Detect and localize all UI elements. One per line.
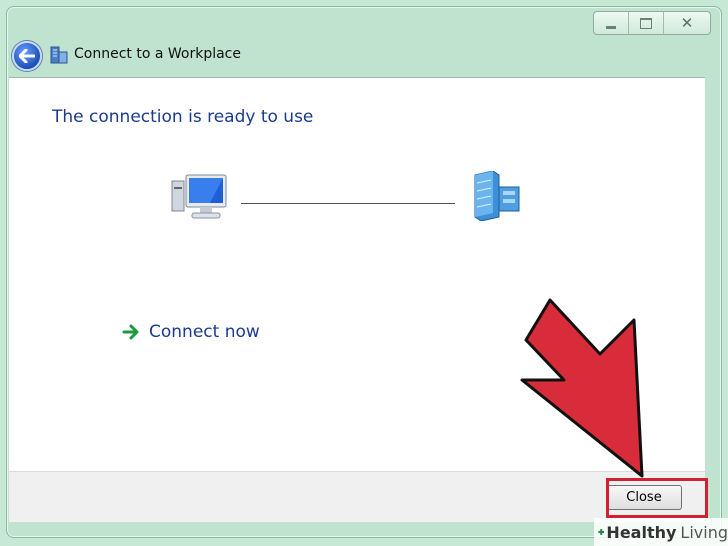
window-title: Connect to a Workplace [74, 46, 241, 62]
workplace-network-icon [50, 46, 68, 64]
back-arrow-icon [19, 49, 35, 63]
highlight-box [606, 478, 708, 518]
maximize-icon [640, 17, 652, 29]
back-button[interactable] [12, 41, 42, 71]
minimize-icon [606, 25, 616, 29]
maximize-button[interactable] [629, 12, 664, 34]
close-icon: ✕ [680, 14, 694, 32]
title-bar: ✕ [7, 7, 721, 83]
watermark-brand: Healthy [606, 522, 677, 542]
close-window-button[interactable]: ✕ [664, 12, 710, 34]
office-building-server-icon [474, 171, 520, 221]
connection-line [241, 203, 455, 204]
plus-logo-icon [598, 529, 605, 535]
green-arrow-icon [122, 324, 139, 340]
red-pointer-arrow-icon [520, 298, 644, 478]
watermark-brand-suffix: Living [680, 522, 728, 542]
connect-now-label: Connect now [149, 322, 260, 342]
page-heading: The connection is ready to use [52, 107, 314, 127]
caption-buttons: ✕ [593, 11, 711, 35]
computer-icon [171, 174, 227, 219]
minimize-button[interactable] [594, 12, 629, 34]
watermark: Healthy Living [594, 518, 728, 546]
connect-now-link[interactable]: Connect now [121, 322, 260, 342]
